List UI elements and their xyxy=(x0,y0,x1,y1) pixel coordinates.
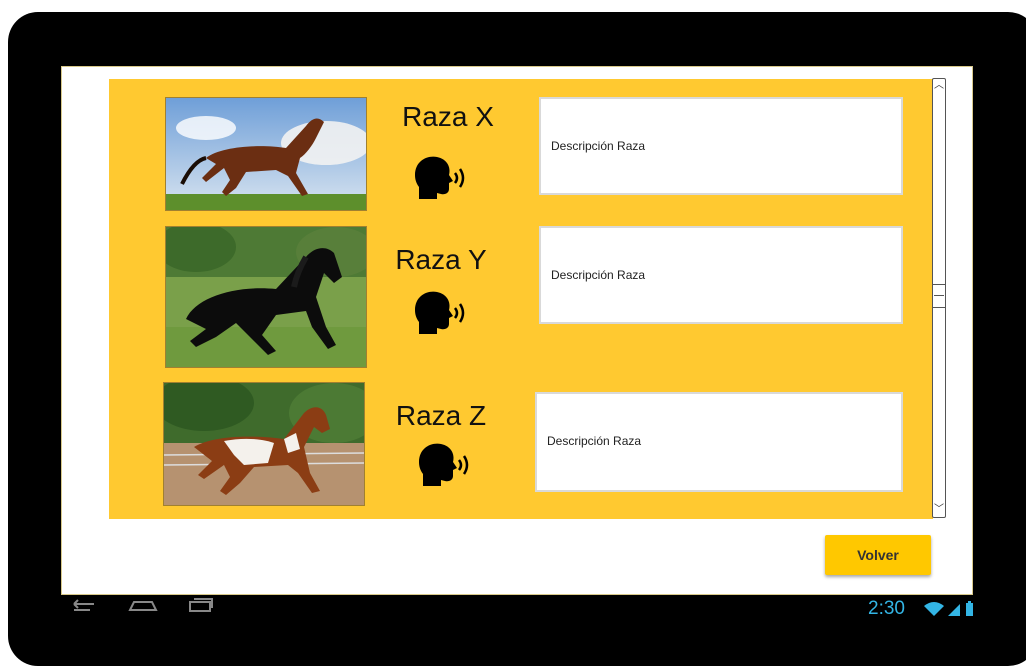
black-horse-photo xyxy=(165,226,367,368)
pinto-horse-photo xyxy=(163,382,365,506)
breed-name: Raza Y xyxy=(395,244,487,275)
scroll-up-icon[interactable]: ︿ xyxy=(933,79,945,93)
speak-icon[interactable] xyxy=(409,153,469,199)
breed-name: Raza X xyxy=(402,101,494,132)
home-icon[interactable] xyxy=(126,594,160,614)
back-icon[interactable] xyxy=(66,594,100,614)
breed-description: Descripción Raza xyxy=(539,97,903,195)
breed-list-panel: Raza X Descripción Raza Raza Y Descripci… xyxy=(109,79,933,519)
speak-icon[interactable] xyxy=(409,288,469,334)
wifi-icon xyxy=(924,602,944,616)
status-icons xyxy=(920,600,980,618)
breed-description: Descripción Raza xyxy=(535,392,903,492)
breed-row: Raza Y Descripción Raza xyxy=(109,226,933,368)
breed-row: Raza Z Descripción Raza xyxy=(109,382,933,512)
vertical-scrollbar[interactable]: ︿ ﹀ xyxy=(932,78,946,518)
scroll-thumb[interactable] xyxy=(933,284,945,308)
breed-name: Raza Z xyxy=(395,400,487,431)
breed-row: Raza X Descripción Raza xyxy=(109,79,933,211)
status-time: 2:30 xyxy=(868,598,905,619)
speak-icon[interactable] xyxy=(413,440,473,486)
scroll-down-icon[interactable]: ﹀ xyxy=(933,503,945,517)
breed-description: Descripción Raza xyxy=(539,226,903,324)
bay-horse-photo xyxy=(165,97,367,211)
battery-icon xyxy=(966,601,973,616)
recent-apps-icon[interactable] xyxy=(184,594,218,614)
app-screen: Raza X Descripción Raza Raza Y Descripci… xyxy=(61,66,973,595)
back-button[interactable]: Volver xyxy=(825,535,931,575)
signal-icon xyxy=(948,604,960,616)
